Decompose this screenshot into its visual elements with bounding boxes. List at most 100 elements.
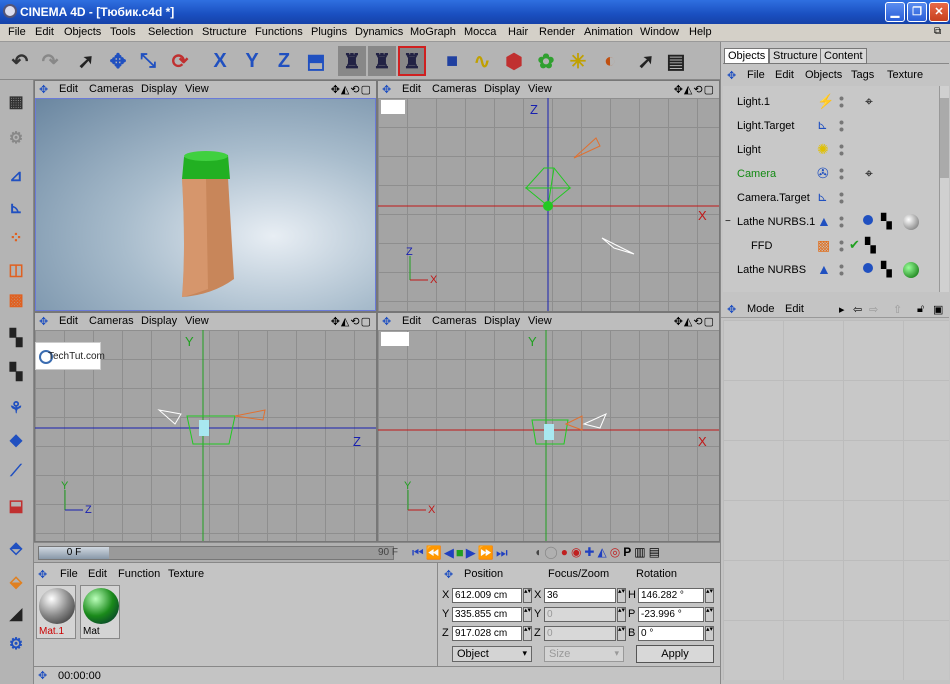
menu-tools[interactable]: Tools	[110, 26, 136, 38]
rotation-p-field[interactable]: -23.996 °	[638, 607, 704, 622]
menu-help[interactable]: Help	[689, 26, 712, 38]
list-item[interactable]: − Lathe NURBS.1 ▲ ▚	[723, 211, 938, 235]
viewport-menu-view[interactable]: View	[528, 315, 552, 327]
cube-primitive-icon[interactable]: ■	[438, 46, 466, 76]
viewport-menu-view[interactable]: View	[528, 83, 552, 95]
attr-menu-edit[interactable]: Edit	[785, 303, 804, 315]
position-z-spinner[interactable]: ▴▾	[523, 626, 532, 641]
size-mode-select[interactable]: Size ▾	[544, 646, 624, 662]
position-z-field[interactable]: 917.028 cm	[452, 626, 522, 641]
obj-menu-edit[interactable]: Edit	[775, 69, 794, 81]
list-item[interactable]: FFD ▩ ✔ ▚	[723, 235, 938, 259]
viewport-menu-cameras[interactable]: Cameras	[89, 83, 134, 95]
focus-x-field[interactable]: 36	[544, 588, 616, 603]
viewport-front-canvas[interactable]: Y X Y X	[378, 330, 719, 541]
mat-menu-function[interactable]: Function	[118, 568, 160, 580]
go-to-end-icon[interactable]: ⏭	[496, 545, 510, 560]
menu-file[interactable]: File	[8, 26, 26, 38]
position-y-field[interactable]: 335.855 cm	[452, 607, 522, 622]
array-icon[interactable]: ✿	[532, 46, 560, 76]
menu-render[interactable]: Render	[539, 26, 575, 38]
render-view-icon[interactable]: ♜	[338, 46, 366, 76]
play-forward-icon[interactable]: ▶	[466, 545, 478, 560]
focus-y-spinner[interactable]: ▴▾	[617, 607, 626, 622]
material-tag-icon[interactable]	[903, 262, 919, 278]
panel-pin-icon[interactable]: ✥	[727, 69, 736, 82]
redo-icon[interactable]: ↷	[36, 46, 64, 76]
z-axis-lock-icon[interactable]: Z	[270, 46, 298, 76]
rotation-b-field[interactable]: 0 °	[638, 626, 704, 641]
list-item[interactable]: Light.Target ⊾	[723, 115, 938, 139]
attr-new-panel-icon[interactable]: ▣	[933, 303, 943, 316]
list-item[interactable]: Camera ✇ ⌖	[723, 163, 938, 187]
viewport-menu-cameras[interactable]: Cameras	[432, 83, 477, 95]
undo-icon[interactable]: ↶	[6, 46, 34, 76]
restore-doc-icon[interactable]: ⧉	[934, 26, 941, 37]
use-model-tool-icon[interactable]: ⚙	[2, 124, 30, 152]
viewport-menu-cameras[interactable]: Cameras	[89, 315, 134, 327]
scale-icon[interactable]: ⤡	[134, 46, 162, 76]
list-item[interactable]: Light ✺	[723, 139, 938, 163]
menu-functions[interactable]: Functions	[255, 26, 303, 38]
object-list-scrollbar[interactable]	[939, 86, 949, 292]
obj-menu-texture[interactable]: Texture	[887, 69, 923, 81]
play-backward-icon[interactable]: ◀	[444, 545, 456, 560]
viewport-pin-icon[interactable]: ✥	[39, 83, 48, 96]
list-item[interactable]: Camera.Target ⊾	[723, 187, 938, 211]
nurbs-icon[interactable]: ⬢	[500, 46, 528, 76]
close-button[interactable]: ✕	[929, 2, 949, 22]
attr-forward-icon[interactable]: ⇨	[869, 303, 878, 316]
use-texture-tool-icon[interactable]: ▚	[2, 324, 30, 352]
scale-key-icon[interactable]: ◭	[597, 545, 609, 559]
coordinate-mode-select[interactable]: Object ▾	[452, 646, 532, 662]
mat-menu-file[interactable]: File	[60, 568, 78, 580]
use-object-tool-icon[interactable]: ⊾	[2, 194, 30, 222]
viewport-menu-display[interactable]: Display	[484, 315, 520, 327]
object-axis-icon[interactable]: ⊿	[2, 162, 30, 190]
tweak-mode-icon[interactable]: ⟋	[2, 458, 30, 486]
autokey-icon[interactable]: ◉	[571, 545, 584, 559]
viewport-nav-icons[interactable]: ✥◭⟲▢	[331, 315, 372, 328]
attr-up-icon[interactable]: ⇧	[893, 303, 902, 316]
texture-tag-icon[interactable]: ▚	[881, 261, 892, 278]
next-key-icon[interactable]: ⏩	[478, 545, 496, 560]
menu-plugins[interactable]: Plugins	[311, 26, 347, 38]
attr-menu-mode[interactable]: Mode	[747, 303, 775, 315]
panel-pin-icon[interactable]: ✥	[38, 568, 47, 581]
focus-z-field[interactable]: 0	[544, 626, 616, 641]
position-x-spinner[interactable]: ▴▾	[523, 588, 532, 603]
maximize-button[interactable]: ❐	[907, 2, 927, 22]
viewport-menu-edit[interactable]: Edit	[402, 83, 421, 95]
phong-tag-icon[interactable]	[863, 215, 873, 225]
viewport-menu-display[interactable]: Display	[484, 83, 520, 95]
viewport-pin-icon[interactable]: ✥	[39, 315, 48, 328]
panel-pin-icon[interactable]: ✥	[727, 303, 736, 316]
layout-icon[interactable]: ▦	[2, 88, 30, 116]
rotation-h-spinner[interactable]: ▴▾	[705, 588, 714, 603]
viewport-menu-cameras[interactable]: Cameras	[432, 315, 477, 327]
menu-hair[interactable]: Hair	[508, 26, 528, 38]
soft-selection-icon[interactable]: ⬙	[2, 568, 30, 596]
rotate-icon[interactable]: ⟳	[166, 46, 194, 76]
tab-structure[interactable]: Structure	[769, 48, 822, 64]
use-polygons-tool-icon[interactable]: ▩	[2, 286, 30, 314]
tree-expander[interactable]: −	[725, 216, 731, 227]
quantize-icon[interactable]: ⚙	[2, 630, 30, 658]
perspective-render[interactable]	[35, 98, 376, 311]
menu-window[interactable]: Window	[640, 26, 679, 38]
menu-selection[interactable]: Selection	[148, 26, 193, 38]
menu-edit[interactable]: Edit	[35, 26, 54, 38]
help-cursor-icon[interactable]: ➚	[632, 46, 660, 76]
enable-axis-icon[interactable]: ⬘	[2, 534, 30, 562]
material-tag-icon[interactable]	[903, 214, 919, 230]
menu-mograph[interactable]: MoGraph	[410, 26, 456, 38]
stop-icon[interactable]: ■	[456, 545, 466, 560]
menu-animation[interactable]: Animation	[584, 26, 633, 38]
rotation-b-spinner[interactable]: ▴▾	[705, 626, 714, 641]
inverse-kinematics-icon[interactable]: ◆	[2, 426, 30, 454]
rotation-key-icon[interactable]: ◎	[610, 545, 623, 559]
viewport-nav-icons[interactable]: ✥◭⟲▢	[674, 315, 715, 328]
position-key-icon[interactable]: ✚	[584, 545, 597, 559]
minimize-button[interactable]: ▁	[885, 2, 905, 22]
scene-object-icon[interactable]: ◐	[596, 46, 624, 76]
